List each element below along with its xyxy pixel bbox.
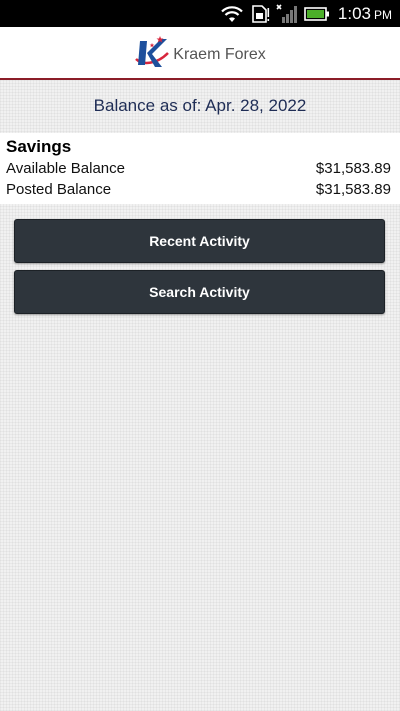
account-card: Savings Available Balance $31,583.89 Pos… bbox=[0, 133, 400, 204]
posted-balance-value: $31,583.89 bbox=[315, 181, 391, 198]
search-activity-button[interactable]: Search Activity bbox=[14, 270, 385, 314]
available-balance-value: $31,583.89 bbox=[315, 160, 391, 177]
kraem-forex-logo bbox=[135, 35, 170, 67]
balance-date: Balance as of: Apr. 28, 2022 bbox=[93, 96, 307, 115]
status-bar: 1:03 PM bbox=[0, 0, 400, 27]
account-name: Savings bbox=[6, 137, 72, 156]
sim-card-icon bbox=[250, 4, 270, 24]
signal-icon bbox=[276, 3, 298, 24]
posted-balance-label: Posted Balance bbox=[6, 181, 112, 198]
available-balance-label: Available Balance bbox=[6, 160, 125, 177]
battery-icon bbox=[304, 6, 330, 22]
wifi-icon bbox=[220, 5, 244, 23]
clock-ampm: PM bbox=[374, 7, 392, 22]
posted-balance-row: Posted Balance $31,583.89 bbox=[6, 179, 391, 200]
available-balance-row: Available Balance $31,583.89 bbox=[6, 158, 391, 179]
recent-activity-button[interactable]: Recent Activity bbox=[14, 219, 385, 263]
clock: 1:03 PM bbox=[338, 4, 392, 24]
brand-name: Kraem Forex bbox=[173, 45, 266, 63]
clock-time: 1:03 bbox=[337, 3, 371, 23]
app-header: Kraem Forex bbox=[0, 27, 400, 80]
